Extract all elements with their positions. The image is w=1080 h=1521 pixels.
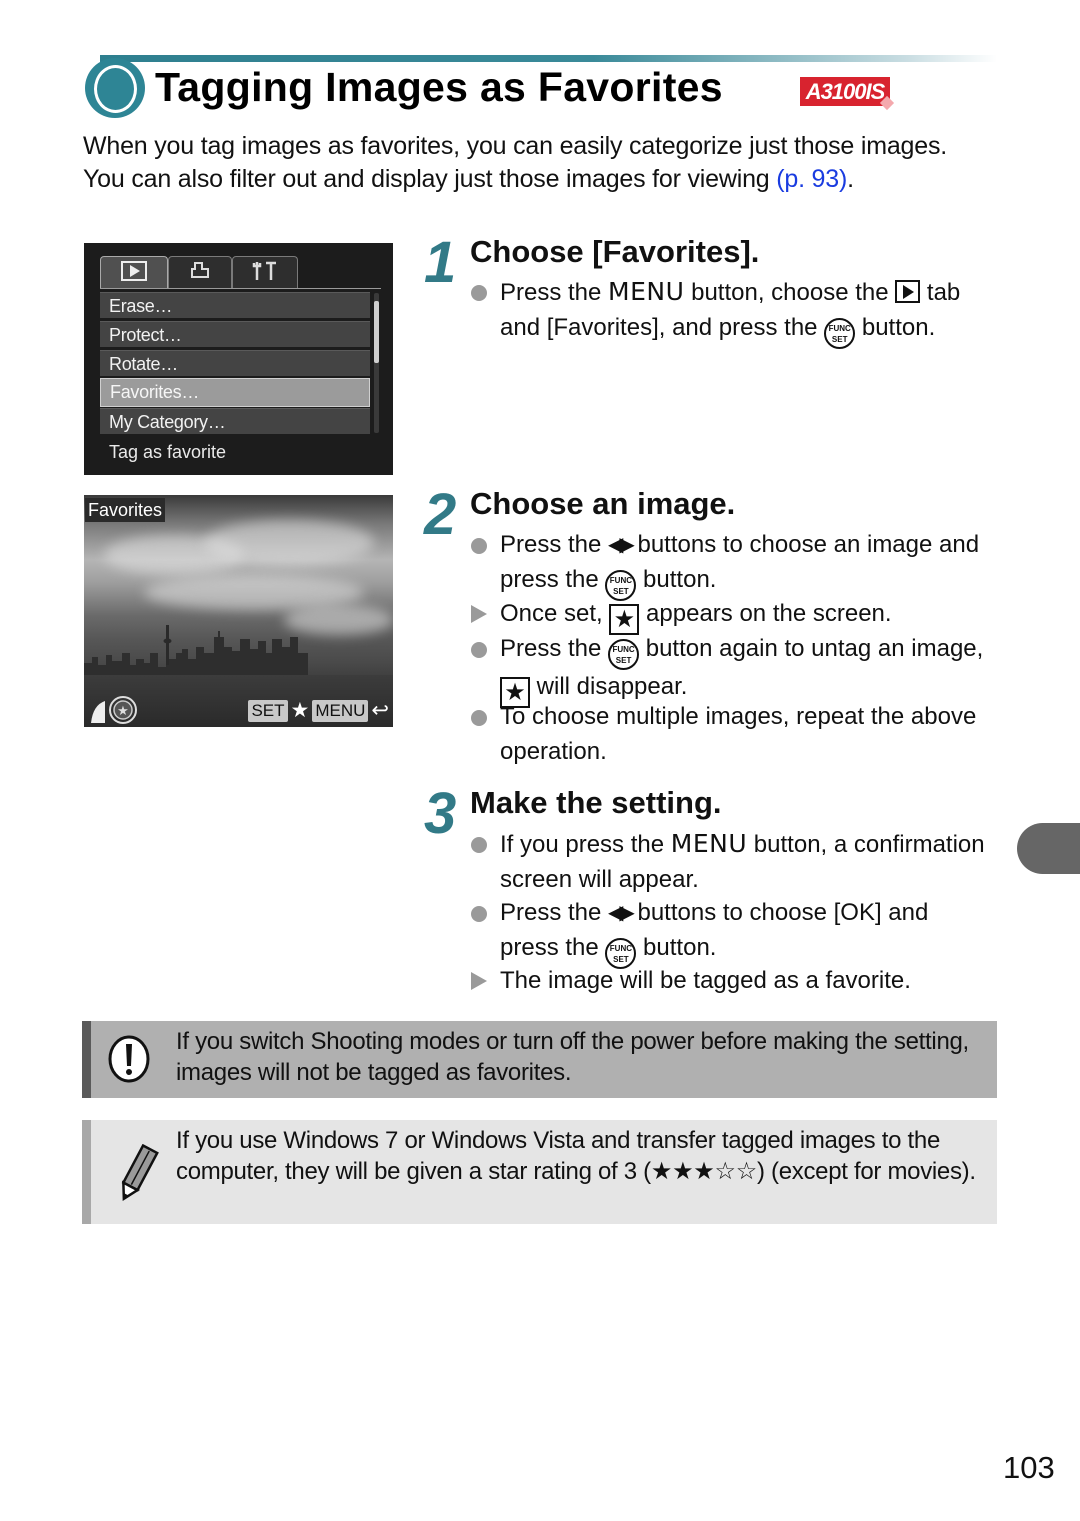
return-icon: ↩ [371, 699, 389, 722]
camera-menu-item: Erase… [100, 292, 370, 318]
camera-photo-screenshot: Favorites ★ SET ★ MENU ↩ [84, 495, 393, 727]
playback-tab-icon [100, 256, 168, 288]
text: Press the [500, 531, 609, 558]
svg-text:★: ★ [117, 703, 129, 718]
favorites-label: Favorites [85, 498, 166, 522]
page-number: 103 [1003, 1450, 1055, 1485]
text: The image will be tagged as a favorite. [500, 967, 911, 994]
menu-button-icon: MENU [608, 277, 685, 306]
text: button again to untag an image, [639, 635, 984, 662]
result-arrow-icon [471, 972, 487, 990]
step-bullet: If you press the MENU button, a confirma… [471, 827, 991, 897]
camera-menu-hint: Tag as favorite [109, 442, 227, 462]
camera-menu-item: Rotate… [100, 350, 370, 376]
menu-key-label: MENU [312, 700, 369, 722]
camera-menu-tabbar [100, 256, 381, 289]
text: button. [636, 565, 717, 593]
step-title: Choose [Favorites]. [470, 234, 760, 269]
intro-tail: . [847, 165, 854, 193]
text: Press the [500, 899, 609, 926]
title-rule [100, 55, 997, 62]
result-arrow-icon [471, 605, 487, 623]
bullet-dot-icon [471, 906, 487, 922]
bullet-dot-icon [471, 538, 487, 554]
camera-menu-item-selected: Favorites… [100, 378, 370, 407]
tip-note: If you use Windows 7 or Windows Vista an… [82, 1120, 997, 1224]
text: To choose multiple images, repeat the ab… [500, 703, 977, 765]
tip-text: If you use Windows 7 or Windows Vista an… [176, 1127, 976, 1185]
camera-menu-item: Protect… [100, 321, 370, 347]
func-set-button-icon: FUNC SET [605, 569, 637, 601]
bullet-dot-icon [471, 642, 487, 658]
text: button. [855, 313, 936, 341]
step-number: 2 [424, 482, 457, 547]
star-icon: ★ [290, 699, 310, 722]
text: Press the [500, 635, 609, 662]
left-right-buttons-icon: ◀▶ [608, 534, 635, 556]
bullet-dot-icon [471, 837, 487, 853]
page-reference-link[interactable]: (p. 93) [776, 165, 847, 193]
caution-icon [108, 1035, 150, 1083]
playback-icon [895, 280, 921, 303]
favorite-star-icon: ★ [609, 604, 640, 635]
favorite-mode-icon: ★ [91, 696, 137, 724]
step-bullet: Press the MENU button, choose the tab an… [471, 275, 991, 349]
left-right-buttons-icon: ◀▶ [608, 902, 635, 924]
bullet-dot-icon [471, 710, 487, 726]
step-result: The image will be tagged as a favorite. [471, 964, 991, 999]
camera-key-guide: SET ★ MENU ↩ [248, 699, 389, 723]
chapter-thumb-tab [1017, 823, 1080, 874]
step-result: Once set, ★ appears on the screen. [471, 597, 991, 635]
text: appears on the screen. [639, 600, 892, 627]
bullet-dot-icon [471, 285, 487, 301]
text: button, choose the [684, 279, 896, 306]
step-bullet: Press the ◀▶ buttons to choose an image … [471, 528, 991, 601]
step-title: Choose an image. [470, 486, 736, 521]
text: If you press the [500, 831, 671, 858]
set-key-label: SET [248, 700, 288, 722]
step-bullet: To choose multiple images, repeat the ab… [471, 700, 991, 769]
text: Once set, [500, 600, 610, 627]
func-set-button-icon: FUNC SET [824, 317, 856, 349]
caution-text: If you switch Shooting modes or turn off… [176, 1028, 969, 1086]
settings-tab-icon [232, 256, 298, 288]
camera-menu-scrollbar [374, 293, 379, 433]
print-tab-icon [168, 256, 232, 288]
camera-menu-item: My Category… [100, 408, 370, 434]
text: will disappear. [530, 673, 688, 700]
section-ring-icon [85, 58, 145, 118]
step-number: 3 [424, 781, 457, 846]
step-number: 1 [424, 230, 457, 295]
func-set-button-icon: FUNC SET [608, 639, 640, 670]
text: button. [636, 933, 717, 961]
step-title: Make the setting. [470, 785, 722, 820]
text: Press the [500, 279, 609, 306]
page-title: Tagging Images as Favorites [155, 64, 723, 110]
intro-paragraph: When you tag images as favorites, you ca… [83, 130, 963, 196]
menu-button-icon: MENU [670, 829, 748, 858]
step-bullet: Press the FUNC SET button again to untag … [471, 632, 991, 708]
camera-menu-screenshot: Erase… Protect… Rotate… Favorites… My Ca… [84, 243, 393, 475]
city-skyline [84, 625, 308, 675]
model-badge: A3100IS [800, 77, 890, 106]
scrollbar-thumb [374, 301, 379, 363]
caution-note: If you switch Shooting modes or turn off… [82, 1021, 997, 1098]
pencil-icon [121, 1144, 159, 1201]
step-bullet: Press the ◀▶ buttons to choose [OK] and … [471, 896, 991, 969]
cloud [204, 520, 374, 565]
